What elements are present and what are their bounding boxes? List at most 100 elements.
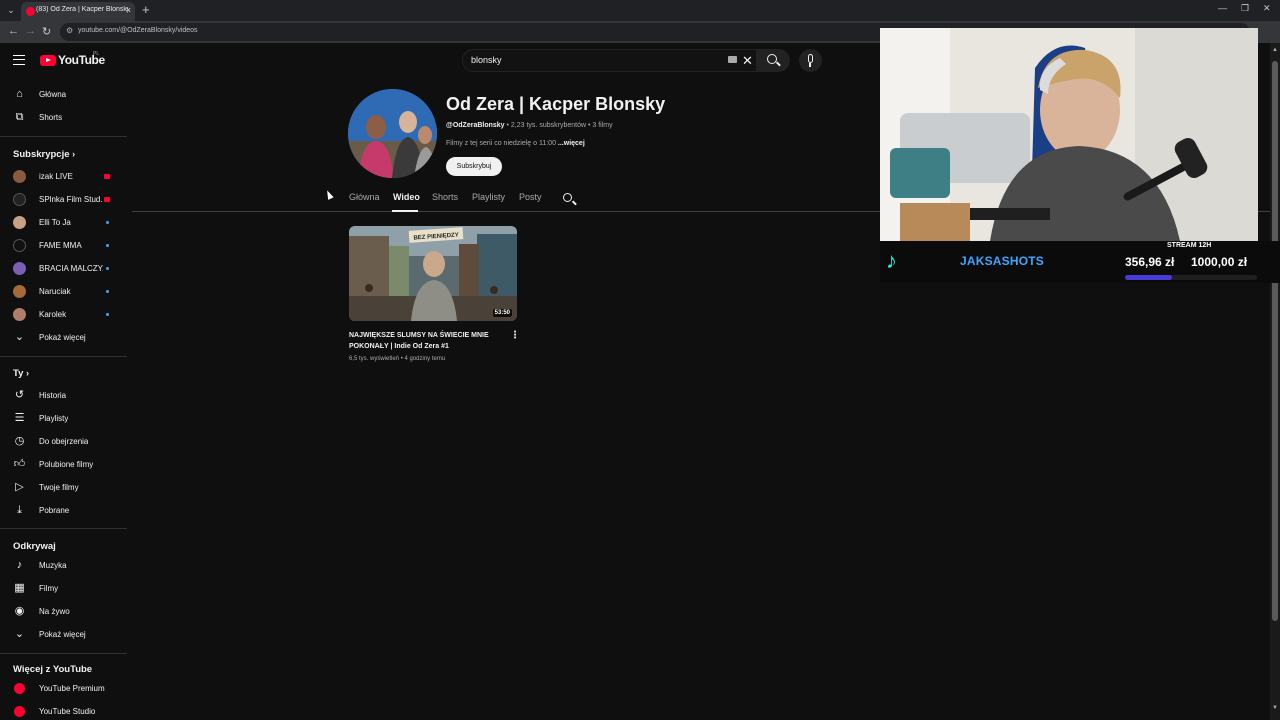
sidebar-item-live[interactable]: ◉ Na żywo — [0, 601, 128, 623]
music-icon: ♪ — [16, 559, 23, 571]
voice-search-button[interactable] — [799, 49, 822, 72]
video-views: 6,5 tys. wyświetleń — [349, 356, 400, 362]
tab-close-icon[interactable]: × — [126, 5, 131, 15]
chevron-down-icon: ⌄ — [14, 628, 25, 640]
avatar — [13, 239, 26, 252]
scrollbar-thumb[interactable] — [1272, 61, 1278, 621]
channel-search-icon[interactable] — [563, 193, 572, 202]
sidebar-item-shorts[interactable]: ⧉ Shorts — [0, 107, 128, 129]
sidebar-divider — [0, 653, 127, 654]
sidebar-subscription-izak[interactable]: izak LIVE — [0, 166, 128, 188]
watch-later-icon: ◷ — [14, 435, 25, 447]
sidebar-subscription-naruciak[interactable]: Naruciak — [0, 281, 128, 303]
sidebar-item-label: Shorts — [39, 113, 63, 122]
sidebar-item-liked[interactable]: 👍︎ Polubione filmy — [0, 454, 128, 476]
show-more-explore-button[interactable]: ⌄ Pokaż więcej — [0, 624, 128, 646]
tab-playlists[interactable]: Playlisty — [472, 192, 505, 202]
video-duration: 53:50 — [492, 309, 512, 317]
more-link[interactable]: ...więcej — [558, 140, 585, 147]
page-scrollbar[interactable]: ▲ ▼ — [1270, 43, 1280, 720]
thumbnail-image: BEZ PIENIĘDZY — [349, 226, 517, 321]
youtube-logo[interactable]: YouTube PL — [40, 51, 105, 67]
show-more-subscriptions-button[interactable]: ⌄ Pokaż więcej — [0, 327, 128, 349]
microphone-icon — [808, 54, 813, 67]
liked-icon: 👍︎ — [13, 458, 26, 470]
avatar — [13, 308, 26, 321]
sidebar-item-history[interactable]: ↺ Historia — [0, 385, 128, 407]
new-content-dot-icon — [106, 290, 109, 293]
streamer-handle: JAKSASHOTS — [960, 254, 1045, 268]
site-info-icon[interactable]: ⚙ — [66, 26, 73, 35]
channel-avatar-image — [348, 89, 437, 178]
explore-heading: Odkrywaj — [13, 541, 56, 552]
sidebar-item-watch-later[interactable]: ◷ Do obejrzenia — [0, 431, 128, 453]
sidebar-item-downloads[interactable]: ⤓ Pobrane — [0, 500, 128, 522]
back-icon[interactable]: ← — [8, 25, 19, 37]
close-window-icon[interactable]: ✕ — [1263, 3, 1271, 14]
video-thumbnail[interactable]: BEZ PIENIĘDZY 53:50 — [349, 226, 517, 321]
goal-progress-bar — [1125, 275, 1257, 280]
sidebar-item-playlists[interactable]: ☰ Playlisty — [0, 408, 128, 430]
scroll-up-icon[interactable]: ▲ — [1272, 47, 1278, 53]
download-icon: ⤓ — [17, 504, 22, 516]
sidebar-item-label: YouTube Premium — [39, 684, 105, 693]
tab-videos[interactable]: Wideo — [393, 192, 420, 202]
sidebar-item-label: Filmy — [39, 584, 59, 593]
tab-home[interactable]: Główna — [349, 192, 380, 202]
minimize-icon[interactable]: — — [1218, 3, 1227, 13]
sidebar-item-youtube-premium[interactable]: YouTube Premium — [0, 678, 128, 700]
keyboard-icon[interactable] — [728, 56, 737, 63]
youtube-favicon-icon — [26, 7, 35, 16]
you-heading[interactable]: Ty › — [13, 368, 29, 379]
menu-icon[interactable] — [13, 55, 25, 65]
subscriptions-heading[interactable]: Subskrypcje › — [13, 149, 75, 160]
sidebar-subscription-elli[interactable]: Elli To Ja — [0, 212, 128, 234]
you-heading-text: Ty — [13, 368, 24, 379]
sidebar-divider — [0, 528, 127, 529]
sidebar-divider — [0, 136, 127, 137]
sidebar-item-movies[interactable]: ▦ Filmy — [0, 578, 128, 600]
forward-icon[interactable]: → — [25, 25, 36, 37]
sidebar-item-youtube-studio[interactable]: YouTube Studio — [0, 701, 128, 720]
sidebar-subscription-bracia[interactable]: BRACIA MALCZY... — [0, 258, 128, 280]
video-title[interactable]: NAJWIĘKSZE SLUMSY NA ŚWIECIE MNIE POKONA… — [349, 330, 501, 352]
new-tab-button[interactable]: + — [142, 2, 150, 17]
sidebar-item-label: Elli To Ja — [39, 218, 71, 227]
browser-tab-active[interactable]: (83) Od Zera | Kacper Blonsky × — [21, 2, 135, 21]
avatar — [13, 285, 26, 298]
sidebar-item-home[interactable]: ⌂ Główna — [0, 84, 128, 106]
shorts-icon: ⧉ — [15, 111, 24, 123]
sidebar-item-label: FAME MMA — [39, 241, 82, 250]
stream-goal-label: STREAM 12H — [1167, 242, 1212, 249]
goal-amount: 1000,00 zł — [1191, 255, 1248, 269]
home-icon: ⌂ — [16, 88, 23, 100]
avatar — [13, 262, 26, 275]
tab-search-icon[interactable]: ⌄ — [3, 3, 19, 18]
sidebar-subscription-splnka[interactable]: SPlnka Film Stud... — [0, 189, 128, 211]
tab-shorts[interactable]: Shorts — [432, 192, 458, 202]
sidebar-item-label: YouTube Studio — [39, 707, 96, 716]
country-code: PL — [93, 51, 100, 57]
clear-search-icon[interactable]: ✕ — [742, 53, 753, 69]
sidebar-subscription-karolek[interactable]: Karolek — [0, 304, 128, 326]
new-content-dot-icon — [106, 244, 109, 247]
search-button[interactable] — [757, 49, 790, 72]
search-input[interactable]: blonsky ✕ — [462, 49, 757, 72]
sidebar-item-label: BRACIA MALCZY... — [39, 264, 103, 273]
channel-avatar[interactable] — [348, 89, 437, 178]
tab-posts[interactable]: Posty — [519, 192, 542, 202]
subscribe-button[interactable]: Subskrybuj — [446, 157, 502, 176]
sidebar-item-your-videos[interactable]: ▷ Twoje filmy — [0, 477, 128, 499]
youtube-play-icon — [40, 54, 56, 66]
video-more-icon[interactable]: ⋮ — [510, 330, 520, 341]
reload-icon[interactable]: ↻ — [42, 25, 51, 38]
scroll-down-icon[interactable]: ▼ — [1272, 705, 1278, 711]
sidebar-item-music[interactable]: ♪ Muzyka — [0, 555, 128, 577]
sidebar-subscription-fame[interactable]: FAME MMA — [0, 235, 128, 257]
chevron-right-icon: › — [72, 149, 76, 159]
youtube-premium-icon — [14, 683, 25, 694]
restore-icon[interactable]: ❐ — [1241, 3, 1249, 14]
sidebar-item-label: Historia — [39, 391, 67, 400]
avatar — [13, 216, 26, 229]
channel-description[interactable]: Filmy z tej serii co niedzielę o 11:00 .… — [446, 140, 585, 147]
